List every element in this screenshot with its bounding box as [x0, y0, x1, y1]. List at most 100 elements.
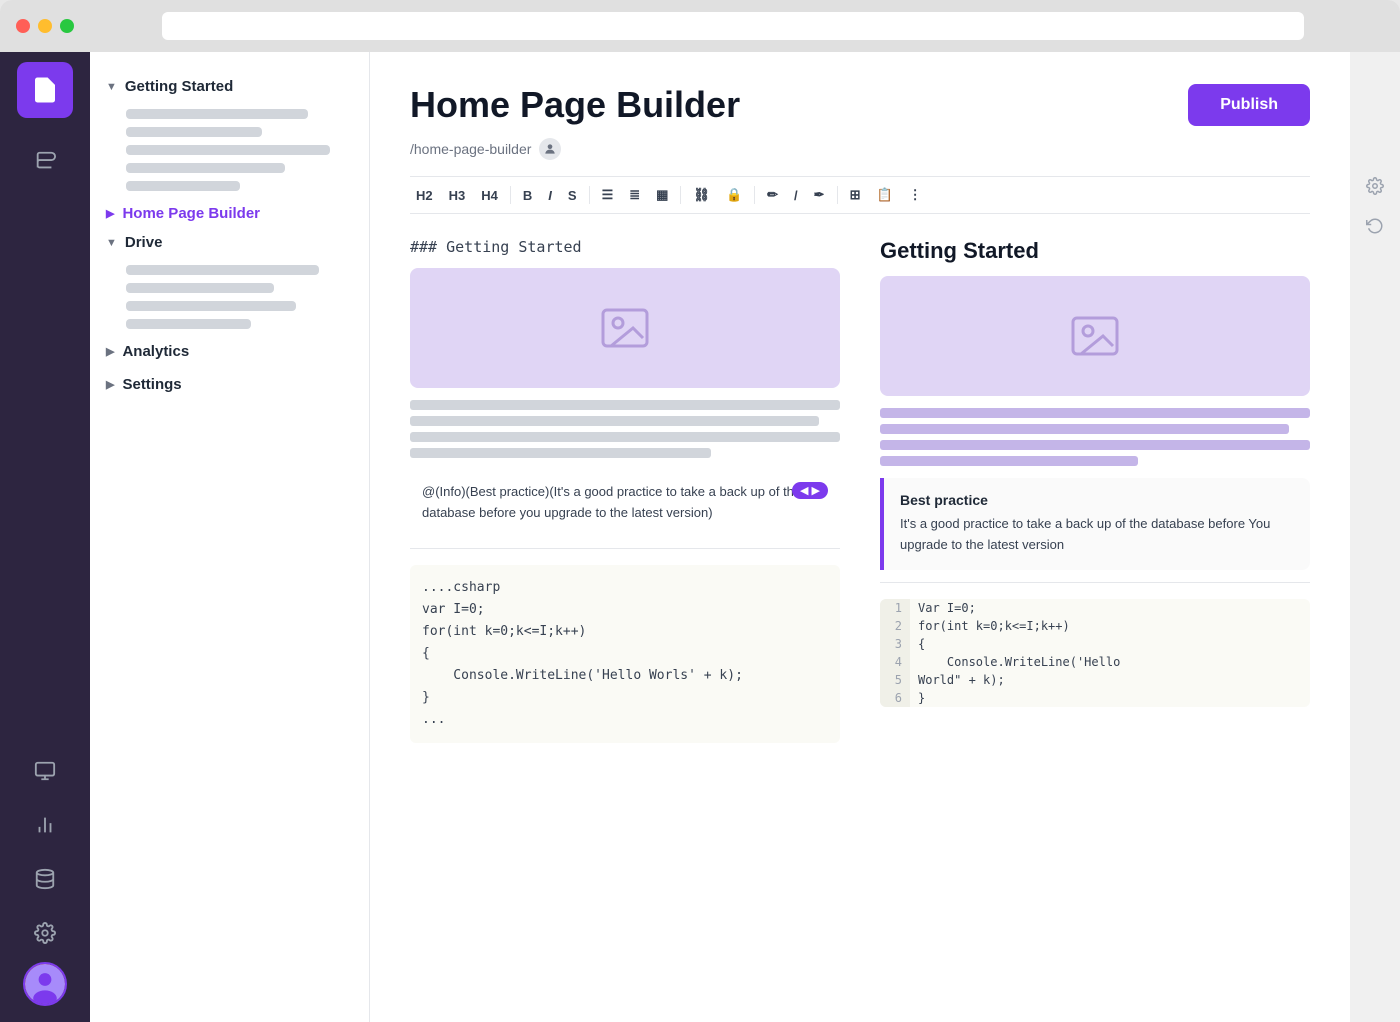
line-number: 6: [880, 689, 910, 707]
lock-button[interactable]: 🔒: [720, 183, 748, 207]
text-line: [880, 440, 1310, 450]
clipboard-button[interactable]: 📋: [870, 183, 898, 207]
editor-text-lines: [410, 400, 840, 458]
line-code: World" + k);: [910, 671, 1013, 689]
nav-sidebar: ▼ Getting Started ▶ Home Page Builder ▼ …: [90, 52, 370, 1022]
close-button[interactable]: [16, 19, 30, 33]
pencil-button[interactable]: ✏: [761, 183, 784, 207]
nav-drive-label: Drive: [125, 234, 163, 251]
page-title: Home Page Builder: [410, 84, 740, 126]
slash-button[interactable]: /: [788, 184, 804, 207]
nav-skeleton-item: [126, 301, 296, 311]
line-number: 4: [880, 653, 910, 671]
h2-button[interactable]: H2: [410, 184, 439, 207]
nav-analytics-label: Analytics: [122, 343, 189, 360]
nav-skeleton-item: [126, 265, 319, 275]
preview-text-lines: [880, 408, 1310, 466]
avatar-placeholder-icon: [25, 962, 65, 1006]
main-layout: ▼ Getting Started ▶ Home Page Builder ▼ …: [0, 52, 1400, 1022]
refresh-icon-svg: [1366, 217, 1384, 235]
h4-button[interactable]: H4: [475, 184, 504, 207]
nav-settings[interactable]: ▶ Settings: [106, 370, 353, 399]
text-line: [410, 416, 819, 426]
address-bar[interactable]: [162, 12, 1304, 40]
text-line: [410, 448, 711, 458]
library-icon: [34, 150, 56, 172]
gear-icon-svg: [1366, 177, 1384, 195]
nav-drive-subitems: [106, 265, 353, 329]
nav-getting-started[interactable]: ▼ Getting Started: [106, 72, 353, 101]
nav-skeleton-item: [126, 127, 262, 137]
nav-getting-started-label: Getting Started: [125, 78, 233, 95]
maximize-button[interactable]: [60, 19, 74, 33]
user-icon: [543, 142, 557, 156]
table-button[interactable]: ▦: [650, 183, 674, 207]
code-line: ...: [422, 709, 828, 731]
toolbar-separator: [589, 186, 590, 204]
link-button[interactable]: ⛓: [687, 183, 716, 207]
sidebar-settings-btn[interactable]: [20, 908, 70, 958]
text-line: [880, 408, 1310, 418]
nav-home-page-builder[interactable]: ▶ Home Page Builder: [106, 199, 353, 228]
line-code: {: [910, 635, 933, 653]
ordered-list-button[interactable]: ≣: [623, 183, 646, 207]
page-path-icon: [539, 138, 561, 160]
preview-column: Getting Started: [880, 238, 1310, 743]
logo-icon: [30, 75, 60, 105]
preview-code-block: 1 Var I=0; 2 for(int k=0;k<=I;k++) 3 {: [880, 599, 1310, 707]
nav-settings-label: Settings: [122, 376, 181, 393]
editor-code-block[interactable]: ....csharp var I=0; for(int k=0;k<=I;k++…: [410, 565, 840, 744]
content-area: Home Page Builder Publish /home-page-bui…: [370, 52, 1350, 1022]
sidebar-library-btn[interactable]: [20, 136, 70, 186]
nav-home-page-builder-label: Home Page Builder: [122, 205, 260, 222]
nav-skeleton-item: [126, 163, 285, 173]
image-placeholder-icon: [1071, 316, 1119, 356]
h3-button[interactable]: H3: [443, 184, 472, 207]
sidebar-screen-btn[interactable]: [20, 746, 70, 796]
callout-navigation-badge[interactable]: ◀ ▶: [792, 482, 828, 499]
app-logo[interactable]: [17, 62, 73, 118]
page-path: /home-page-builder: [410, 138, 1310, 160]
right-gutter: [1350, 52, 1400, 1022]
sidebar-chart-btn[interactable]: [20, 800, 70, 850]
page-header: Home Page Builder Publish: [410, 84, 1310, 126]
preview-layout: ### Getting Started: [410, 238, 1310, 743]
toolbar-separator: [754, 186, 755, 204]
publish-button[interactable]: Publish: [1188, 84, 1310, 126]
grid-button[interactable]: ⊞: [844, 183, 867, 207]
settings-icon: [34, 922, 56, 944]
app-window: ▼ Getting Started ▶ Home Page Builder ▼ …: [0, 0, 1400, 1022]
line-code: }: [910, 689, 933, 707]
bold-button[interactable]: B: [517, 184, 538, 207]
more-button[interactable]: ⋮: [903, 183, 928, 207]
nav-skeleton-item: [126, 109, 308, 119]
avatar-image: [25, 964, 65, 1004]
chevron-down-icon: ▼: [106, 81, 117, 93]
page-path-text: /home-page-builder: [410, 141, 531, 157]
chevron-down-icon: ▼: [106, 237, 117, 249]
user-avatar[interactable]: [23, 962, 67, 1006]
code-line: Console.WriteLine('Hello Worls' + k);: [422, 665, 828, 687]
preview-image-placeholder: [880, 276, 1310, 396]
nav-drive[interactable]: ▼ Drive: [106, 228, 353, 257]
strikethrough-button[interactable]: S: [562, 184, 583, 207]
line-number: 5: [880, 671, 910, 689]
sidebar-database-btn[interactable]: [20, 854, 70, 904]
nav-analytics[interactable]: ▶ Analytics: [106, 337, 353, 366]
nav-getting-started-subitems: [106, 109, 353, 191]
code-row: 3 {: [880, 635, 1310, 653]
screen-icon: [34, 760, 56, 782]
line-number: 2: [880, 617, 910, 635]
nav-skeleton-item: [126, 283, 274, 293]
text-line: [410, 432, 840, 442]
separator: [880, 582, 1310, 583]
refresh-icon[interactable]: [1361, 212, 1389, 240]
preview-heading: Getting Started: [880, 238, 1310, 264]
unordered-list-button[interactable]: ☰: [596, 183, 620, 207]
text-line: [880, 424, 1289, 434]
pen-button[interactable]: ✒: [808, 183, 831, 207]
line-number: 3: [880, 635, 910, 653]
gear-icon[interactable]: [1361, 172, 1389, 200]
italic-button[interactable]: I: [542, 184, 558, 207]
minimize-button[interactable]: [38, 19, 52, 33]
